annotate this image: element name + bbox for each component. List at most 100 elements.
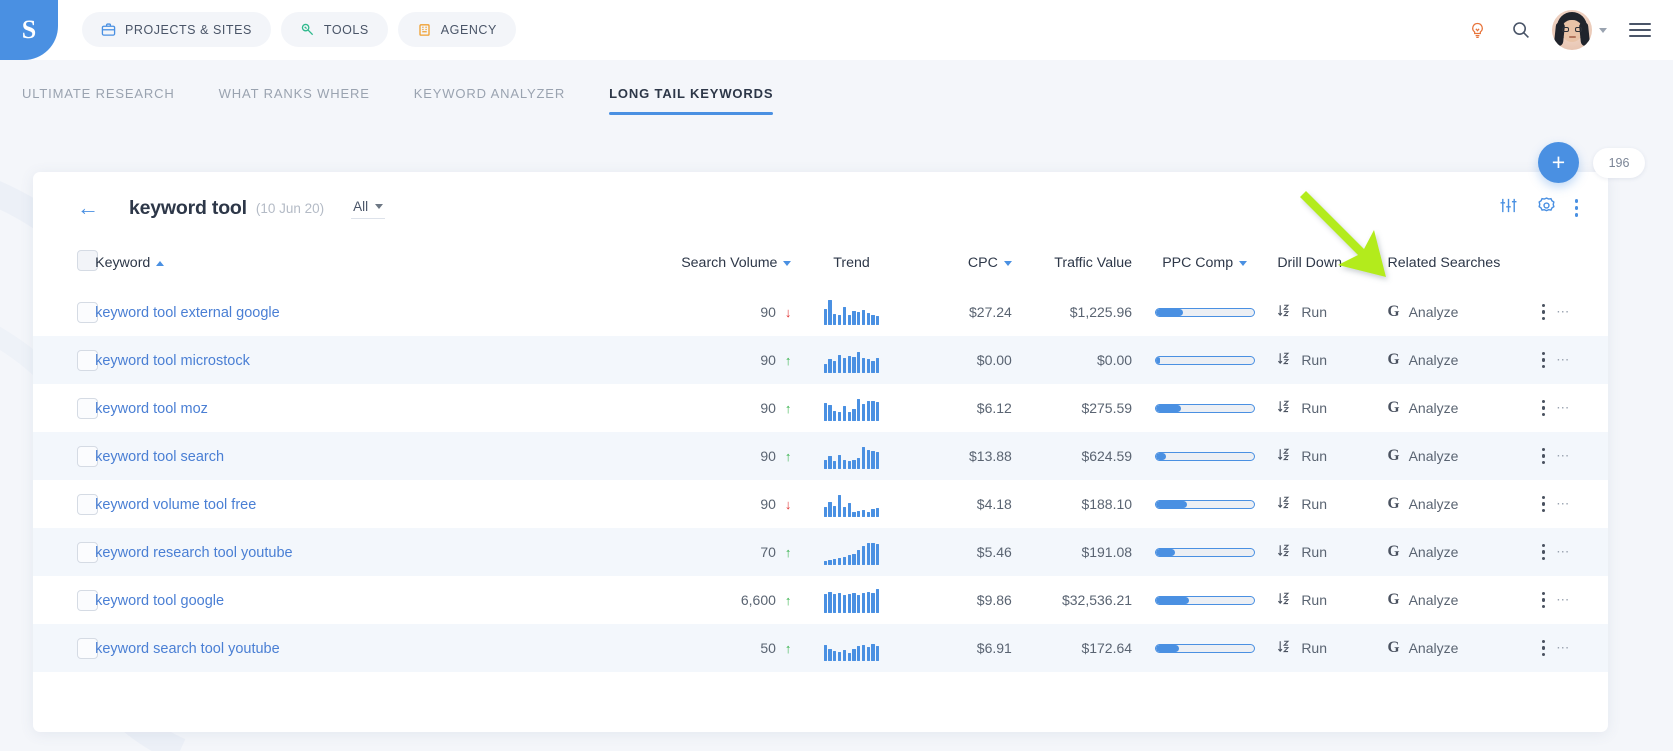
tab-what-ranks-where[interactable]: WHAT RANKS WHERE xyxy=(219,78,370,115)
related-analyze-button[interactable]: G Analyze xyxy=(1388,304,1538,320)
row-more-vertical-icon[interactable] xyxy=(1541,639,1546,657)
col-search-volume[interactable]: Search Volume xyxy=(671,244,792,288)
nav-agency-label: AGENCY xyxy=(440,22,497,37)
row-overflow-ellipsis-icon[interactable]: ⋯ xyxy=(1556,352,1570,368)
trend-cell xyxy=(791,480,911,528)
row-more-vertical-icon[interactable] xyxy=(1541,543,1546,561)
row-select-cell xyxy=(33,576,98,624)
related-analyze-button[interactable]: G Analyze xyxy=(1388,496,1538,512)
search-volume-cell: 6,600 ↑ xyxy=(671,576,792,624)
col-keyword[interactable]: Keyword xyxy=(95,244,671,288)
col-drill-down: Drill Down xyxy=(1277,244,1387,288)
related-analyze-button[interactable]: G Analyze xyxy=(1388,352,1538,368)
row-select-cell xyxy=(33,528,98,576)
search-volume-cell: 90 ↓ xyxy=(671,480,791,528)
row-overflow-ellipsis-icon[interactable]: ⋯ xyxy=(1556,400,1570,416)
drill-down-run-button[interactable]: Run xyxy=(1277,351,1387,369)
keyword-link[interactable]: keyword research tool youtube xyxy=(95,545,292,561)
row-actions-cell: ⋯ xyxy=(1538,336,1608,384)
keyword-cell: keyword tool external google xyxy=(95,288,671,336)
related-analyze-button[interactable]: G Analyze xyxy=(1388,400,1538,416)
filter-all-dropdown[interactable]: All xyxy=(351,197,386,219)
lightbulb-icon[interactable] xyxy=(1464,17,1490,43)
keyword-link[interactable]: keyword tool google xyxy=(95,593,224,609)
table-row[interactable]: keyword tool search 90 ↑ $13.88 $624.59 Run G A… xyxy=(33,432,1608,480)
table-row[interactable]: keyword volume tool free 90 ↓ $4.18 $188.10 R… xyxy=(33,480,1608,528)
ppc-comp-bar xyxy=(1154,307,1255,317)
row-overflow-ellipsis-icon[interactable]: ⋯ xyxy=(1556,496,1570,512)
tab-ultimate-research[interactable]: ULTIMATE RESEARCH xyxy=(22,78,175,115)
user-account-menu[interactable] xyxy=(1552,10,1607,50)
tab-long-tail-keywords[interactable]: LONG TAIL KEYWORDS xyxy=(609,78,774,115)
row-more-vertical-icon[interactable] xyxy=(1541,495,1546,513)
table-row[interactable]: keyword research tool youtube 70 ↑ $5.46 $19… xyxy=(33,528,1608,576)
keyword-link[interactable]: keyword search tool youtube xyxy=(95,641,280,657)
add-button[interactable]: + xyxy=(1538,142,1579,183)
keyword-link[interactable]: keyword tool search xyxy=(95,449,224,465)
nav-tools-label: TOOLS xyxy=(323,22,369,37)
drill-down-run-button[interactable]: Run xyxy=(1277,591,1387,609)
hamburger-menu-icon[interactable] xyxy=(1625,19,1655,41)
col-ppc-comp[interactable]: PPC Comp xyxy=(1132,244,1277,288)
row-more-vertical-icon[interactable] xyxy=(1541,351,1546,369)
more-vertical-icon[interactable] xyxy=(1574,199,1578,217)
drill-down-run-button[interactable]: Run xyxy=(1277,303,1387,321)
section-tab-bar: ULTIMATE RESEARCH WHAT RANKS WHERE KEYWO… xyxy=(0,60,1673,183)
row-more-vertical-icon[interactable] xyxy=(1541,447,1546,465)
keyword-link[interactable]: keyword tool external google xyxy=(95,305,280,321)
gear-settings-icon[interactable] xyxy=(1537,196,1556,220)
row-more-vertical-icon[interactable] xyxy=(1541,303,1546,321)
row-overflow-ellipsis-icon[interactable]: ⋯ xyxy=(1556,448,1570,464)
cpc-cell: $9.86 xyxy=(976,592,1012,608)
trend-sparkline xyxy=(791,443,911,469)
related-analyze-button[interactable]: G Analyze xyxy=(1388,640,1538,656)
drill-down-run-button[interactable]: Run xyxy=(1277,447,1387,465)
credits-count-badge[interactable]: 196 xyxy=(1593,147,1645,178)
row-more-vertical-icon[interactable] xyxy=(1541,591,1546,609)
drill-down-run-button[interactable]: Run xyxy=(1277,495,1387,513)
table-row[interactable]: keyword tool microstock 90 ↑ $0.00 $0.00 Run G… xyxy=(33,336,1608,384)
nav-projects-and-sites[interactable]: PROJECTS & SITES xyxy=(82,12,271,47)
ppc-comp-cell xyxy=(1132,624,1277,672)
ppc-comp-bar xyxy=(1154,451,1255,461)
app-logo[interactable]: S xyxy=(0,0,58,60)
row-overflow-ellipsis-icon[interactable]: ⋯ xyxy=(1556,592,1570,608)
related-searches-cell: G Analyze xyxy=(1388,624,1538,672)
table-row[interactable]: keyword search tool youtube 50 ↑ $6.91 $172.… xyxy=(33,624,1608,672)
related-analyze-button[interactable]: G Analyze xyxy=(1388,544,1538,560)
tab-keyword-analyzer[interactable]: KEYWORD ANALYZER xyxy=(414,78,565,115)
search-volume-value: 90 xyxy=(760,400,776,416)
nav-tools[interactable]: TOOLS xyxy=(280,12,388,47)
search-icon[interactable] xyxy=(1508,17,1534,43)
row-more-vertical-icon[interactable] xyxy=(1541,399,1546,417)
keyword-results-card: ← keyword tool (10 Jun 20) All Keyword S… xyxy=(33,172,1608,732)
google-g-icon: G xyxy=(1387,399,1400,417)
col-keyword-label: Keyword xyxy=(95,255,151,271)
nav-agency[interactable]: AGENCY xyxy=(397,12,516,47)
row-select-cell xyxy=(33,336,98,384)
keyword-link[interactable]: keyword volume tool free xyxy=(95,497,256,513)
drill-down-run-button[interactable]: Run xyxy=(1277,543,1387,561)
keyword-cell: keyword search tool youtube xyxy=(95,624,671,672)
row-overflow-ellipsis-icon[interactable]: ⋯ xyxy=(1556,640,1570,656)
keyword-link[interactable]: keyword tool microstock xyxy=(95,353,250,369)
keyword-link[interactable]: keyword tool moz xyxy=(95,401,208,417)
drill-down-cell: Run xyxy=(1277,384,1387,432)
tab-list: ULTIMATE RESEARCH WHAT RANKS WHERE KEYWO… xyxy=(22,78,817,115)
row-overflow-ellipsis-icon[interactable]: ⋯ xyxy=(1556,544,1570,560)
col-cpc[interactable]: CPC xyxy=(912,244,1012,288)
drill-down-run-button[interactable]: Run xyxy=(1277,639,1387,657)
drill-down-run-label: Run xyxy=(1301,304,1327,320)
table-row[interactable]: keyword tool moz 90 ↑ $6.12 $275.59 Run G Analy… xyxy=(33,384,1608,432)
related-searches-cell: G Analyze xyxy=(1388,576,1538,624)
table-row[interactable]: keyword tool google 6,600 ↑ $9.86 $32,536.21… xyxy=(33,576,1608,624)
related-analyze-button[interactable]: G Analyze xyxy=(1388,448,1538,464)
table-row[interactable]: keyword tool external google 90 ↓ $27.24 $1,… xyxy=(33,288,1608,336)
drill-down-run-button[interactable]: Run xyxy=(1277,399,1387,417)
row-overflow-ellipsis-icon[interactable]: ⋯ xyxy=(1556,304,1570,320)
sliders-filter-icon[interactable] xyxy=(1499,196,1518,220)
building-icon xyxy=(417,22,432,37)
related-analyze-button[interactable]: G Analyze xyxy=(1388,592,1538,608)
back-arrow-icon[interactable]: ← xyxy=(77,197,99,219)
search-volume-value: 70 xyxy=(760,544,776,560)
